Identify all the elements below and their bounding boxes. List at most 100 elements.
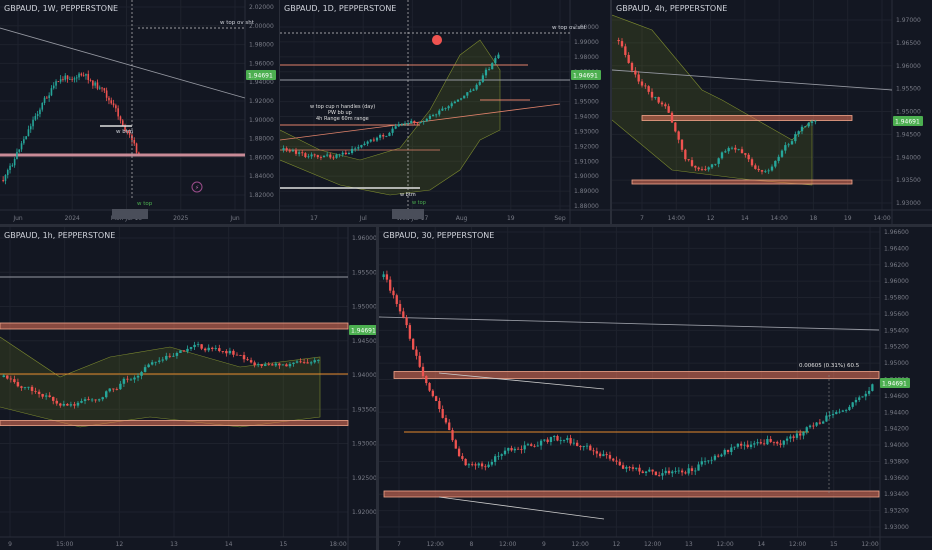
candle-body	[140, 371, 143, 376]
candle-body	[848, 406, 851, 411]
candle-body	[700, 461, 703, 465]
candle-body	[490, 461, 494, 465]
y-tick-label: 1.86000	[249, 154, 274, 161]
candle-body	[228, 350, 232, 354]
y-tick-label: 1.94600	[884, 393, 909, 400]
x-tick-label: Jun	[12, 215, 23, 222]
candle-body	[825, 415, 828, 422]
x-tick-label: 12:00	[644, 541, 661, 548]
candle-body	[488, 69, 491, 71]
pane-divider[interactable]	[0, 224, 932, 227]
candle-body	[815, 422, 818, 426]
candle-body	[73, 78, 76, 80]
chart-pane-1h[interactable]: 1.96000 1.95500 1.95000 1.94500 1.94000 1.935…	[0, 227, 376, 550]
candle-body	[221, 351, 225, 352]
x-tick-label: 14	[225, 541, 233, 548]
candle-body	[844, 410, 848, 411]
y-tick-label: 1.95800	[884, 295, 909, 302]
candle-body	[644, 471, 648, 473]
candle-body	[143, 367, 147, 372]
candle-body	[539, 440, 543, 446]
candle-body	[136, 375, 140, 378]
candle-body	[295, 361, 299, 363]
candle-body	[82, 75, 85, 77]
candle-body	[69, 404, 73, 406]
candle-body	[674, 122, 677, 132]
x-tick-label: 15:00	[56, 541, 73, 548]
candle-body	[562, 439, 566, 441]
candle-body	[52, 85, 55, 89]
candle-body	[516, 448, 520, 450]
annotation-label: w btm	[116, 129, 133, 135]
candle-body	[27, 129, 30, 137]
pane-divider[interactable]	[376, 227, 379, 550]
candle-body	[87, 73, 90, 81]
candle-body	[634, 70, 637, 75]
candle-body	[256, 364, 260, 366]
pane-divider[interactable]	[279, 0, 280, 224]
candle-body	[777, 156, 780, 161]
candle-body	[80, 400, 83, 403]
y-tick-label: 1.94500	[352, 338, 376, 345]
chart-pane-weekly[interactable]: 2.02000 2.00000 1.98000 1.96000 1.94000 1.920…	[0, 0, 279, 224]
candle-body	[638, 467, 641, 472]
y-tick-label: 1.93500	[352, 406, 376, 413]
candle-body	[474, 464, 477, 466]
candle-body	[392, 290, 395, 296]
y-tick-label: 1.99000	[574, 39, 599, 46]
candle-body	[389, 279, 392, 291]
candle-body	[780, 150, 784, 157]
chart-canvas: 1.97000 1.96500 1.96000 1.95500 1.95000 1.945…	[612, 0, 932, 224]
candle-body	[129, 379, 133, 381]
candle-body	[402, 311, 405, 318]
candle-body	[477, 463, 480, 466]
candle-body	[385, 135, 388, 137]
candle-body	[658, 475, 661, 477]
candle-body	[690, 468, 694, 471]
candle-body	[769, 438, 772, 442]
candle-body	[278, 363, 281, 366]
candle-body	[288, 363, 292, 367]
candle-body	[792, 436, 795, 438]
candle-body	[648, 469, 651, 472]
candle-body	[690, 160, 694, 166]
candle-body	[11, 165, 14, 167]
x-tick-label: 12	[707, 215, 715, 222]
candle-body	[299, 361, 302, 363]
candle-body	[799, 433, 802, 436]
candle-body	[369, 139, 372, 142]
candle-body	[313, 360, 316, 363]
chart-title: GBPAUD, 30, PEPPERSTONE	[383, 231, 495, 240]
candle-body	[168, 355, 172, 357]
candle-body	[302, 362, 306, 363]
candle-body	[193, 344, 196, 348]
y-tick-label: 1.90000	[574, 173, 599, 180]
candle-body	[480, 463, 484, 467]
candle-body	[444, 108, 447, 109]
candle-body	[749, 444, 753, 447]
y-tick-label: 1.89000	[574, 188, 599, 195]
chart-pane-4h[interactable]: 1.97000 1.96500 1.96000 1.95500 1.95000 1.945…	[612, 0, 932, 224]
candle-body	[790, 141, 794, 145]
candle-body	[294, 150, 298, 154]
candle-body	[105, 90, 108, 98]
pane-divider[interactable]	[610, 0, 612, 224]
candle-body	[664, 104, 667, 107]
candle-body	[805, 427, 808, 433]
candle-body	[282, 148, 285, 150]
candle-body	[710, 164, 714, 168]
candle-body	[576, 442, 579, 446]
chart-pane-daily[interactable]: 2.000001.990001.980001.970001.960001.950…	[280, 0, 610, 224]
y-tick-label: 1.93500	[896, 177, 921, 184]
chart-pane-30m[interactable]: 1.96600 1.96400 1.96200 1.96000 1.95800 1.956…	[379, 227, 932, 550]
candle-body	[419, 121, 422, 123]
candle-body	[475, 84, 478, 90]
candle-body	[416, 122, 419, 124]
candle-body	[661, 473, 664, 476]
candle-body	[572, 442, 576, 444]
candle-body	[650, 91, 654, 98]
candle-body	[787, 144, 790, 146]
candle-body	[66, 75, 69, 80]
candle-body	[447, 106, 450, 109]
candle-body	[621, 465, 625, 469]
